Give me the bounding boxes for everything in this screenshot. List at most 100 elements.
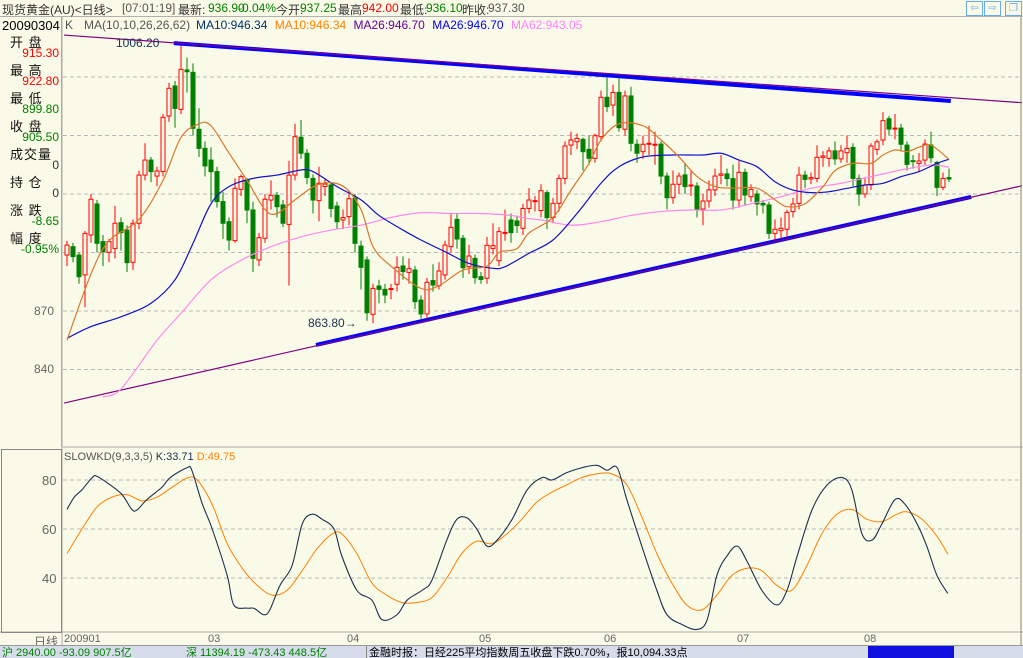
time-axis-label: 05 [479, 633, 492, 645]
candle-up [142, 159, 148, 176]
candle-up [556, 177, 562, 204]
latest-label: 最新: [178, 3, 206, 17]
kd-axis-label: 40 [42, 571, 57, 586]
candle-up [166, 87, 172, 117]
candle-down [658, 143, 664, 177]
candle-down [460, 237, 466, 269]
candle-down [376, 285, 382, 290]
info-value: 922.80 [22, 74, 59, 88]
info-value: 905.50 [22, 130, 59, 144]
high-value: 942.00 [362, 1, 399, 15]
candle-down [352, 197, 358, 244]
restore-window-icon[interactable]: ❐ [1005, 1, 1022, 16]
kd-axis-label: 80 [42, 473, 57, 488]
candle-up [820, 155, 826, 158]
candle-down [76, 254, 82, 278]
candle-down [382, 288, 388, 296]
candle-up [736, 171, 742, 201]
info-value: -0.95% [20, 242, 59, 256]
ma62-line [102, 164, 950, 398]
candle-up [292, 136, 298, 176]
candle-down [244, 179, 250, 211]
candle-down [910, 160, 916, 163]
candle-up [286, 174, 292, 225]
candle-up [370, 287, 376, 315]
candle-up [598, 96, 604, 138]
candle-down [328, 184, 334, 209]
candle-up [778, 227, 784, 232]
candle-down [682, 174, 688, 188]
candle-up [538, 190, 544, 212]
candle-down [664, 175, 670, 199]
candle-down [634, 143, 640, 154]
candle-up [784, 211, 790, 230]
chart-canvas[interactable] [0, 0, 1023, 657]
candle-down [514, 220, 520, 227]
candle-down [94, 203, 100, 244]
candle-up [808, 177, 814, 180]
info-panel: 开 盘 915.30 最 高 922.80 最 低 899.80 收 盘 905.50 成交量 0… [0, 17, 62, 447]
candle-down [400, 265, 406, 273]
candle-up [232, 187, 238, 242]
candle-up [82, 232, 88, 276]
trendline [173, 41, 951, 103]
candle-up [748, 188, 754, 198]
candle-up [262, 198, 268, 239]
candle-down [250, 209, 256, 259]
arrow-left-icon[interactable]: ⇦ [966, 1, 983, 16]
candle-down [334, 205, 340, 223]
candle-down [172, 85, 178, 109]
kd-name: SLOWKD(9,3,3,5) [64, 451, 153, 463]
news-ticker[interactable]: 金融时报：日经225平均指数周五收盘下跌0.70%，报10,094.33点 [366, 646, 687, 658]
candle-up [940, 177, 946, 188]
candle-up [718, 173, 724, 176]
candle-up [772, 228, 778, 234]
candle-up [712, 175, 718, 191]
candle-down [454, 218, 460, 240]
time-axis-label: 03 [208, 633, 221, 645]
candle-up [316, 182, 322, 202]
candle-up [796, 174, 802, 204]
candle-down [586, 148, 592, 159]
candle-up [670, 183, 676, 199]
candle-up [178, 68, 184, 110]
candle-down [694, 185, 700, 210]
trendline-extension [63, 185, 1022, 404]
candle-down [184, 69, 190, 73]
candle-up [388, 288, 394, 291]
candle-down [196, 128, 202, 149]
info-value: 915.30 [22, 46, 59, 60]
candle-down [310, 177, 316, 201]
candle-down [934, 161, 940, 188]
prev-close-label: 昨收: [462, 3, 490, 17]
candle-up [706, 189, 712, 202]
low-value: 936.10 [426, 1, 463, 15]
candle-down [832, 150, 838, 160]
candle-down [148, 159, 154, 173]
candle-up [484, 244, 490, 279]
candle-down [508, 219, 514, 234]
candle-down [616, 91, 622, 129]
candle-up [268, 194, 274, 201]
candle-down [766, 204, 772, 234]
quote-time: [07:01:19] [122, 1, 176, 15]
candle-up [346, 198, 352, 218]
candle-up [610, 91, 616, 106]
shenzhen-index[interactable]: 深 11394.19 -473.43 448.5亿 [186, 646, 327, 658]
kd-d-value: D:49.75 [196, 451, 236, 463]
candle-down [628, 95, 634, 144]
shanghai-index[interactable]: 沪 2940.00 -93.09 907.5亿 [2, 646, 132, 658]
candle-down [730, 178, 736, 201]
candle-up [790, 203, 796, 213]
candle-down [904, 144, 910, 165]
ma-value: MA10:946.34 [274, 18, 347, 32]
candle-up [340, 217, 346, 221]
arrow-right-icon[interactable]: ⇨ [984, 1, 1001, 16]
candle-down [802, 174, 808, 180]
candle-down [358, 245, 364, 268]
candle-up [646, 142, 652, 145]
kd-legend: SLOWKD(9,3,3,5) K:33.71 D:49.75 [64, 451, 235, 463]
candle-down [124, 229, 130, 264]
trendlines [63, 34, 1022, 404]
trendline-extension [63, 34, 1022, 104]
